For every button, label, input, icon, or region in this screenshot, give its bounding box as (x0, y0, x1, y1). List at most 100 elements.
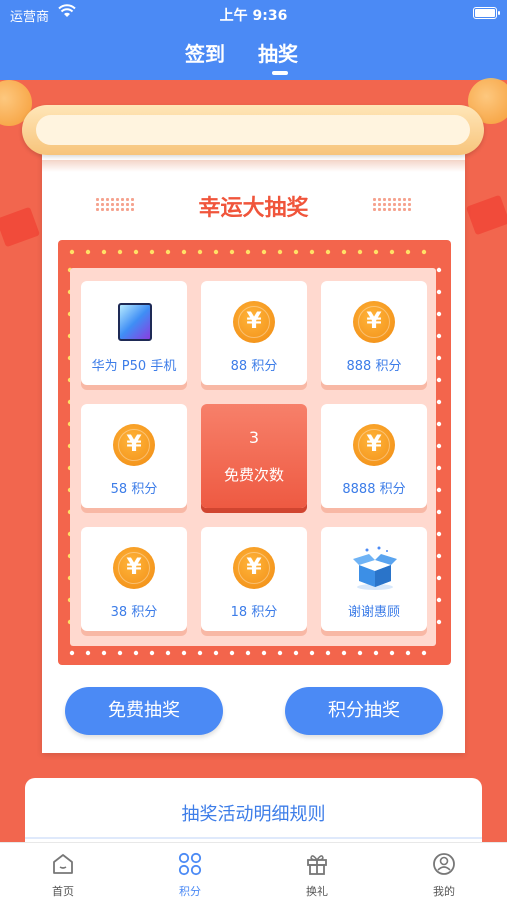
profile-icon (433, 853, 455, 875)
light-bulb (389, 650, 395, 656)
light-bulb (436, 553, 442, 559)
light-bulb (245, 650, 251, 656)
red-envelope-icon (465, 194, 507, 236)
free-draws-center-button[interactable]: 3 免费次数 (201, 404, 307, 508)
active-tab-indicator (272, 71, 288, 75)
light-bulb (245, 249, 251, 255)
light-bulb (85, 650, 91, 656)
light-bulb (229, 650, 235, 656)
light-bulb (293, 650, 299, 656)
light-bulb (133, 249, 139, 255)
bottom-nav: 首页 积分 换礼 我的 (0, 842, 507, 900)
light-bulb (165, 249, 171, 255)
prize-label: 华为 P50 手机 (91, 359, 177, 374)
light-bulb (436, 487, 442, 493)
free-draws-count: 3 (248, 428, 260, 447)
status-time: 上午 9:36 (219, 8, 288, 24)
light-bulb (325, 650, 331, 656)
top-tabs: 签到 抽奖 (0, 38, 507, 78)
free-draw-button[interactable]: 免费抽奖 (65, 687, 223, 735)
prize-cell: ¥ 8888 积分 (321, 404, 427, 508)
points-draw-button[interactable]: 积分抽奖 (285, 687, 443, 735)
light-bulb (341, 249, 347, 255)
light-bulb (101, 249, 107, 255)
light-bulb (436, 575, 442, 581)
gift-icon (307, 855, 327, 875)
light-bulb (436, 619, 442, 625)
light-bulb (436, 355, 442, 361)
nav-label: 积分 (179, 885, 201, 898)
light-bulb (436, 509, 442, 515)
light-bulb (309, 650, 315, 656)
tab-lottery[interactable]: 抽奖 (258, 38, 298, 67)
tab-checkin[interactable]: 签到 (185, 38, 225, 67)
coin-icon: ¥ (353, 424, 395, 466)
light-bulb (165, 650, 171, 656)
light-bulb (373, 249, 379, 255)
light-bulb (197, 249, 203, 255)
divider (25, 837, 482, 839)
light-bulb (436, 399, 442, 405)
prize-cell: ¥ 38 积分 (81, 527, 187, 631)
light-bulb (436, 443, 442, 449)
battery-icon (473, 7, 500, 19)
nav-label: 我的 (433, 885, 455, 898)
prize-label: 58 积分 (110, 482, 158, 497)
prize-label: 888 积分 (346, 359, 402, 374)
rules-title: 抽奖活动明细规则 (181, 804, 326, 825)
phone-icon (118, 303, 152, 341)
status-bar: 运营商 上午 9:36 (0, 0, 507, 28)
light-bulb (341, 650, 347, 656)
light-bulb (436, 267, 442, 273)
light-bulb (436, 465, 442, 471)
light-bulb (436, 531, 442, 537)
coin-icon: ¥ (233, 547, 275, 589)
coin-icon: ¥ (353, 301, 395, 343)
prize-cell: 谢谢惠顾 (321, 527, 427, 631)
light-bulb (277, 650, 283, 656)
light-bulb (133, 650, 139, 656)
scroll-roll (22, 105, 484, 155)
empty-box-icon (353, 546, 397, 590)
light-bulb (436, 597, 442, 603)
light-bulb (325, 249, 331, 255)
free-draws-label: 免费次数 (223, 466, 284, 484)
nav-item-gift[interactable]: 换礼 (254, 843, 380, 900)
light-bulb (436, 421, 442, 427)
prize-cell: ¥ 88 积分 (201, 281, 307, 385)
light-bulb (149, 249, 155, 255)
light-bulb (436, 311, 442, 317)
light-bulb (357, 249, 363, 255)
light-bulb (213, 650, 219, 656)
light-bulb (117, 249, 123, 255)
red-envelope-icon (0, 206, 41, 248)
light-bulb (229, 249, 235, 255)
light-bulb (405, 249, 411, 255)
light-bulb (101, 650, 107, 656)
prize-label: 88 积分 (230, 359, 278, 374)
light-bulb (181, 249, 187, 255)
coin-icon: ¥ (233, 301, 275, 343)
light-bulb (277, 249, 283, 255)
nav-item-points[interactable]: 积分 (127, 843, 253, 900)
title-decoration-right (372, 197, 412, 211)
light-bulb (69, 650, 75, 656)
prize-cell-phone: 华为 P50 手机 (81, 281, 187, 385)
nav-item-profile[interactable]: 我的 (381, 843, 507, 900)
light-bulb (389, 249, 395, 255)
nav-item-home[interactable]: 首页 (0, 843, 126, 900)
light-bulb (293, 249, 299, 255)
light-bulb (405, 650, 411, 656)
coin-icon: ¥ (113, 424, 155, 466)
light-bulb (117, 650, 123, 656)
light-bulb (149, 650, 155, 656)
prize-label: 38 积分 (110, 605, 158, 620)
header: 运营商 上午 9:36 签到 抽奖 (0, 0, 507, 80)
prize-label: 18 积分 (230, 605, 278, 620)
light-bulb (421, 249, 427, 255)
light-bulb (213, 249, 219, 255)
light-bulb (436, 377, 442, 383)
prize-cell: ¥ 888 积分 (321, 281, 427, 385)
light-bulb (261, 650, 267, 656)
light-bulb (85, 249, 91, 255)
